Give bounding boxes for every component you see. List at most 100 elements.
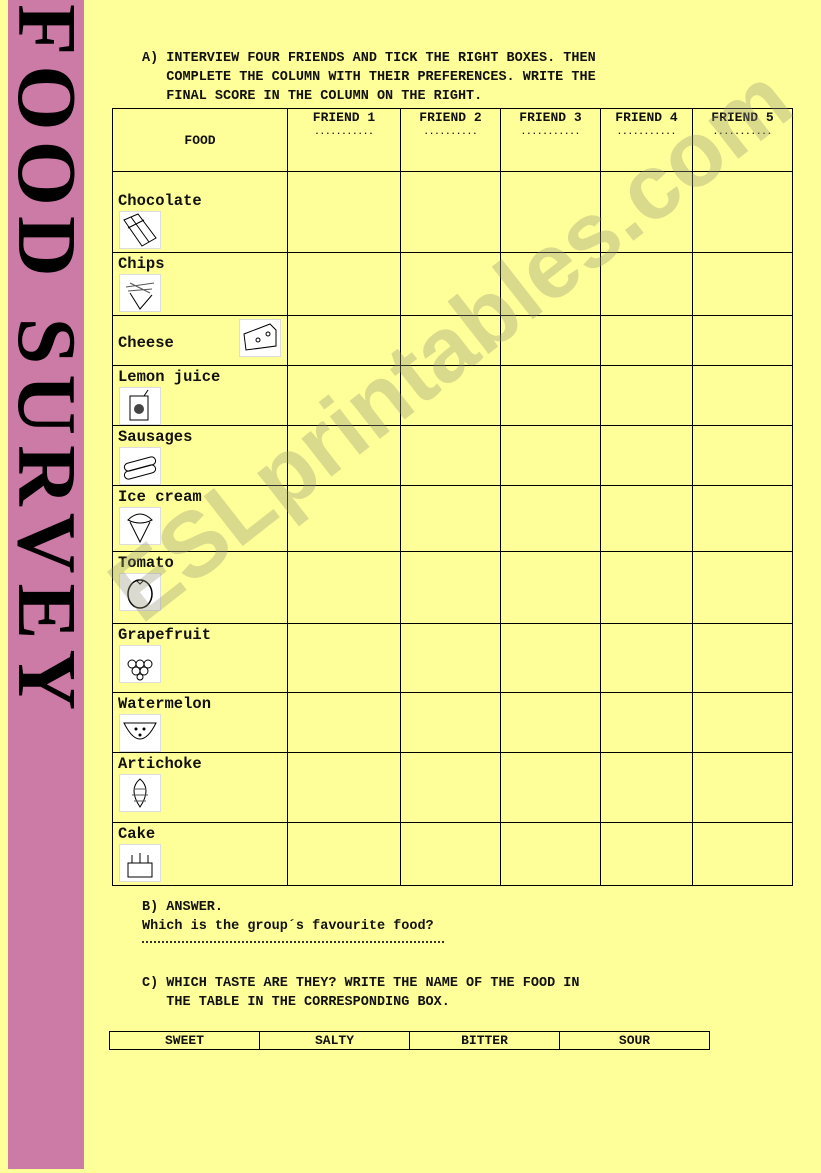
instruction-line: C) WHICH TASTE ARE THEY? WRITE THE NAME … bbox=[142, 976, 580, 991]
tick-box[interactable] bbox=[500, 171, 601, 253]
taste-salty: SALTY bbox=[259, 1031, 410, 1050]
food-cell: Lemon juice bbox=[112, 365, 288, 426]
food-cell: Artichoke bbox=[112, 752, 288, 823]
tick-box[interactable] bbox=[500, 425, 601, 486]
tick-box[interactable] bbox=[692, 252, 793, 316]
tick-box[interactable] bbox=[500, 252, 601, 316]
tick-box[interactable] bbox=[500, 623, 601, 693]
tick-box[interactable] bbox=[400, 822, 501, 886]
tick-box[interactable] bbox=[287, 551, 401, 624]
tick-box[interactable] bbox=[287, 365, 401, 426]
food-name: Cake bbox=[118, 825, 156, 843]
food-column-header: FOOD bbox=[112, 108, 288, 172]
tick-box[interactable] bbox=[600, 425, 693, 486]
tick-box[interactable] bbox=[400, 551, 501, 624]
food-name: Sausages bbox=[118, 428, 193, 446]
friend-label: FRIEND 1 bbox=[312, 110, 376, 125]
table-row: Lemon juice bbox=[112, 365, 793, 426]
table-row: Chocolate bbox=[112, 171, 793, 253]
tick-box[interactable] bbox=[400, 252, 501, 316]
tick-box[interactable] bbox=[600, 485, 693, 552]
grapes-icon bbox=[119, 645, 161, 683]
taste-bitter: BITTER bbox=[409, 1031, 560, 1050]
table-row: Watermelon bbox=[112, 692, 793, 753]
food-cell: Grapefruit bbox=[112, 623, 288, 693]
tick-box[interactable] bbox=[400, 623, 501, 693]
food-cell: Sausages bbox=[112, 425, 288, 486]
tick-box[interactable] bbox=[600, 551, 693, 624]
tick-box[interactable] bbox=[287, 692, 401, 753]
tick-box[interactable] bbox=[400, 485, 501, 552]
watermelon-icon bbox=[119, 714, 161, 752]
survey-table: FOOD FRIEND 1........... FRIEND 2.......… bbox=[112, 108, 793, 886]
tick-box[interactable] bbox=[287, 822, 401, 886]
friend-name-blank[interactable]: .......... bbox=[401, 127, 500, 137]
table-row: Sausages bbox=[112, 425, 793, 486]
tick-box[interactable] bbox=[500, 692, 601, 753]
tick-box[interactable] bbox=[692, 365, 793, 426]
tick-box[interactable] bbox=[692, 171, 793, 253]
tick-box[interactable] bbox=[600, 822, 693, 886]
food-cell: Cake bbox=[112, 822, 288, 886]
section-c-instructions: C) WHICH TASTE ARE THEY? WRITE THE NAME … bbox=[142, 974, 579, 1012]
tick-box[interactable] bbox=[600, 623, 693, 693]
tick-box[interactable] bbox=[287, 315, 401, 366]
tick-box[interactable] bbox=[692, 315, 793, 366]
tick-box[interactable] bbox=[600, 752, 693, 823]
tick-box[interactable] bbox=[692, 692, 793, 753]
answer-blank[interactable] bbox=[142, 941, 444, 943]
tick-box[interactable] bbox=[500, 752, 601, 823]
food-cell: Chocolate bbox=[112, 171, 288, 253]
section-a-instructions: A) INTERVIEW FOUR FRIENDS AND TICK THE R… bbox=[142, 49, 596, 106]
chocolate-icon bbox=[119, 211, 161, 249]
tomato-icon bbox=[119, 573, 161, 611]
tick-box[interactable] bbox=[500, 485, 601, 552]
tick-box[interactable] bbox=[287, 752, 401, 823]
tick-box[interactable] bbox=[692, 822, 793, 886]
tick-box[interactable] bbox=[692, 425, 793, 486]
tick-box[interactable] bbox=[500, 315, 601, 366]
cake-icon bbox=[119, 844, 161, 882]
friend-column-header: FRIEND 1........... bbox=[287, 108, 401, 172]
friend-name-blank[interactable]: ........... bbox=[501, 127, 600, 137]
sidebar-banner: FOOD SURVEY bbox=[0, 0, 93, 1169]
tick-box[interactable] bbox=[600, 171, 693, 253]
tick-box[interactable] bbox=[500, 551, 601, 624]
section-b: B) ANSWER. Which is the group´s favourit… bbox=[142, 898, 434, 936]
tick-box[interactable] bbox=[600, 692, 693, 753]
tick-box[interactable] bbox=[287, 252, 401, 316]
cheese-icon bbox=[239, 319, 281, 357]
tick-box[interactable] bbox=[287, 171, 401, 253]
tick-box[interactable] bbox=[400, 692, 501, 753]
tick-box[interactable] bbox=[692, 551, 793, 624]
tick-box[interactable] bbox=[287, 425, 401, 486]
food-name: Grapefruit bbox=[118, 626, 212, 644]
table-row: Cheese bbox=[112, 315, 793, 366]
food-name: Chocolate bbox=[118, 192, 202, 210]
tick-box[interactable] bbox=[500, 365, 601, 426]
tick-box[interactable] bbox=[400, 425, 501, 486]
tick-box[interactable] bbox=[400, 365, 501, 426]
tick-box[interactable] bbox=[600, 252, 693, 316]
tick-box[interactable] bbox=[600, 365, 693, 426]
tick-box[interactable] bbox=[400, 171, 501, 253]
tick-box[interactable] bbox=[692, 485, 793, 552]
tick-box[interactable] bbox=[500, 822, 601, 886]
friend-name-blank[interactable]: ........... bbox=[693, 127, 792, 137]
tick-box[interactable] bbox=[692, 752, 793, 823]
tick-box[interactable] bbox=[287, 623, 401, 693]
tick-box[interactable] bbox=[400, 752, 501, 823]
tick-box[interactable] bbox=[400, 315, 501, 366]
table-row: Chips bbox=[112, 252, 793, 316]
ice-cream-icon bbox=[119, 507, 161, 545]
table-row: Ice cream bbox=[112, 485, 793, 552]
tick-box[interactable] bbox=[287, 485, 401, 552]
friend-name-blank[interactable]: ........... bbox=[601, 127, 692, 137]
friend-name-blank[interactable]: ........... bbox=[288, 127, 400, 137]
taste-header-row: SWEET SALTY BITTER SOUR bbox=[109, 1031, 710, 1050]
tick-box[interactable] bbox=[692, 623, 793, 693]
food-cell: Chips bbox=[112, 252, 288, 316]
tick-box[interactable] bbox=[600, 315, 693, 366]
friend-column-header: FRIEND 3........... bbox=[500, 108, 601, 172]
food-name: Chips bbox=[118, 255, 165, 273]
